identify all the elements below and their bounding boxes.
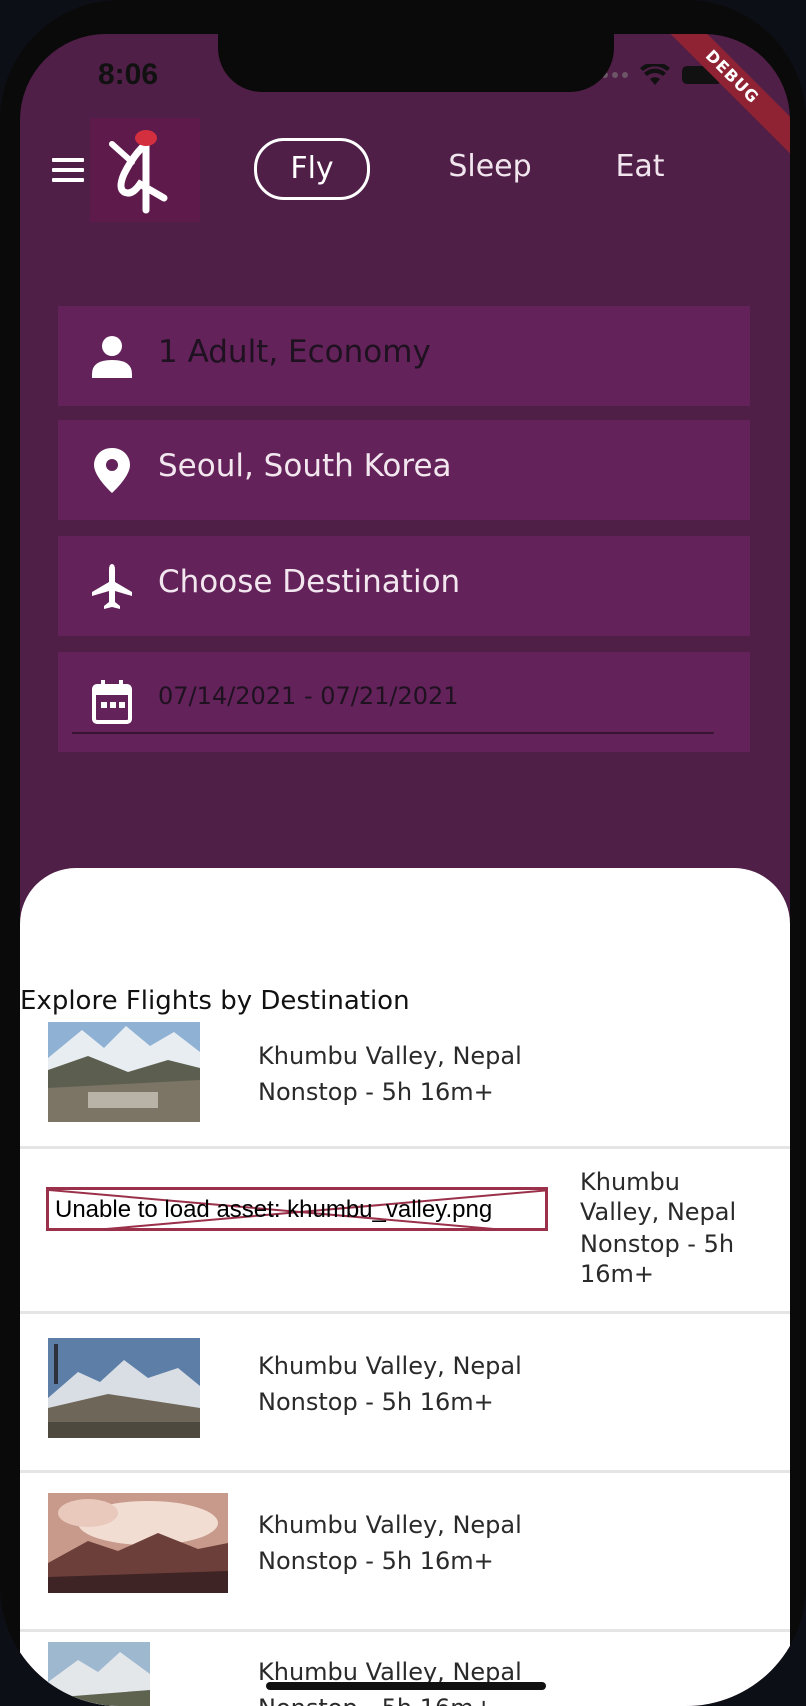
destinations-sheet[interactable]: Explore Flights by Destination Khumbu Va… <box>20 868 790 1706</box>
device-notch <box>218 34 614 92</box>
destination-detail: Nonstop - 5h 16m+ <box>580 1230 735 1288</box>
location-pin-icon <box>94 448 130 493</box>
status-time: 8:06 <box>98 58 159 91</box>
destination-field[interactable]: Choose Destination <box>58 536 750 636</box>
destination-detail: Nonstop - 5h 16m+ <box>258 1388 494 1416</box>
wifi-icon <box>640 64 670 85</box>
app-screen: 8:06 DEBUG Fly Sleep Eat 1 Adult, Econom… <box>20 34 790 1706</box>
destination-name: Khumbu Valley, Nepal <box>258 1511 522 1539</box>
menu-icon[interactable] <box>52 158 84 182</box>
tab-eat[interactable]: Eat <box>600 138 680 196</box>
airplane-icon <box>92 564 132 609</box>
destination-thumbnail <box>48 1493 228 1593</box>
dates-underline <box>72 732 714 734</box>
destination-row[interactable]: Khumbu Valley, Nepal Nonstop - 5h 16m+ <box>20 1314 790 1473</box>
destination-detail: Nonstop - 5h 16m+ <box>258 1694 494 1706</box>
image-error-text: Unable to load asset: khumbu_valley.png <box>55 1196 493 1223</box>
dates-value: 07/14/2021 - 07/21/2021 <box>158 682 459 710</box>
image-error-placeholder: Unable to load asset: khumbu_valley.png <box>46 1187 548 1231</box>
destination-thumbnail <box>48 1642 150 1706</box>
travelers-value: 1 Adult, Economy <box>158 334 431 370</box>
destination-detail: Nonstop - 5h 16m+ <box>258 1078 494 1106</box>
calendar-icon <box>92 680 132 724</box>
destination-detail: Nonstop - 5h 16m+ <box>258 1547 494 1575</box>
destination-row[interactable]: Khumbu Valley, Nepal Nonstop - 5h 16m+ <box>20 1473 790 1632</box>
home-indicator <box>266 1682 546 1690</box>
destination-name: Khumbu Valley, Nepal <box>258 1042 522 1070</box>
app-logo <box>90 118 200 222</box>
travelers-field[interactable]: 1 Adult, Economy <box>58 306 750 406</box>
origin-value: Seoul, South Korea <box>158 448 452 484</box>
person-icon <box>92 336 132 378</box>
destination-thumbnail <box>48 1338 200 1438</box>
dates-field[interactable]: 07/14/2021 - 07/21/2021 <box>58 652 750 752</box>
destination-name: Khumbu Valley, Nepal <box>258 1352 522 1380</box>
destination-row[interactable]: Khumbu Valley, Nepal Nonstop - 5h 16m+ <box>20 1018 790 1149</box>
tab-fly[interactable]: Fly <box>254 138 370 200</box>
tab-sleep[interactable]: Sleep <box>430 138 550 196</box>
destination-thumbnail <box>48 1022 200 1122</box>
phone-frame: 8:06 DEBUG Fly Sleep Eat 1 Adult, Econom… <box>0 0 806 1706</box>
destination-placeholder: Choose Destination <box>158 564 461 600</box>
origin-field[interactable]: Seoul, South Korea <box>58 420 750 520</box>
sheet-title: Explore Flights by Destination <box>20 986 410 1016</box>
destination-name: Khumbu Valley, Nepal <box>580 1168 737 1226</box>
destination-row[interactable]: Khumbu Valley, Nepal Nonstop - 5h 16m+ <box>20 1632 790 1706</box>
status-icons <box>592 64 727 86</box>
destination-row[interactable]: Unable to load asset: khumbu_valley.png … <box>20 1149 790 1314</box>
